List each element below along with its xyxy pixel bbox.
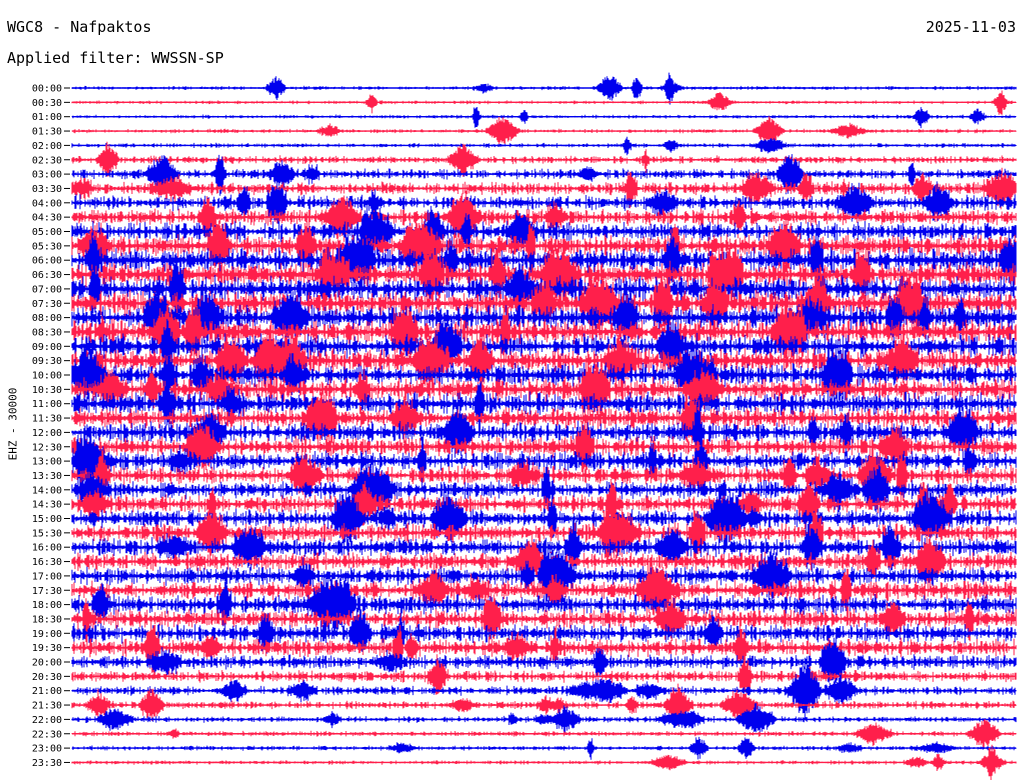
- row-time-label: 09:30: [32, 356, 62, 367]
- row-time-label: 17:30: [32, 586, 62, 597]
- row-time-label: 14:00: [32, 485, 62, 496]
- row-time-label: 04:30: [32, 213, 62, 224]
- row-time-label: 17:00: [32, 571, 62, 582]
- seismic-trace: [71, 744, 1017, 780]
- row-time-label: 22:00: [32, 715, 62, 726]
- row-time-label: 10:30: [32, 385, 62, 396]
- row-time-label: 00:00: [32, 84, 62, 95]
- row-time-label: 01:00: [32, 112, 62, 123]
- row-time-label: 15:00: [32, 514, 62, 525]
- row-time-label: 21:00: [32, 686, 62, 697]
- row-time-label: 20:30: [32, 672, 62, 683]
- row-time-label: 01:30: [32, 127, 62, 138]
- row-time-label: 04:00: [32, 198, 62, 209]
- row-time-label: 00:30: [32, 98, 62, 109]
- row-time-label: 14:30: [32, 500, 62, 511]
- row-time-label: 18:00: [32, 600, 62, 611]
- row-time-label: 08:00: [32, 313, 62, 324]
- row-time-label: 07:00: [32, 284, 62, 295]
- row-time-label: 13:30: [32, 471, 62, 482]
- row-time-label: 16:00: [32, 543, 62, 554]
- seismic-trace: [71, 107, 1017, 129]
- row-time-label: 02:30: [32, 155, 62, 166]
- row-time-label: 08:30: [32, 327, 62, 338]
- row-time-label: 05:00: [32, 227, 62, 238]
- row-time-label: 12:00: [32, 428, 62, 439]
- row-time-label: 23:00: [32, 744, 62, 755]
- row-time-label: 03:30: [32, 184, 62, 195]
- row-time-label: 02:00: [32, 141, 62, 152]
- trace-group: [71, 72, 1017, 780]
- helicorder-plot: 00:00 00:30 01:00 01:30 02:00 02:30 03:00 03:30…: [32, 72, 1017, 780]
- row-time-label: 19:00: [32, 629, 62, 640]
- row-time-label: 06:30: [32, 270, 62, 281]
- row-time-label: 19:30: [32, 643, 62, 654]
- row-time-label: 15:30: [32, 528, 62, 539]
- row-time-label: 13:00: [32, 457, 62, 468]
- row-time-label: 16:30: [32, 557, 62, 568]
- row-time-label: 21:30: [32, 701, 62, 712]
- row-time-label: 11:30: [32, 414, 62, 425]
- row-time-label: 23:30: [32, 758, 62, 769]
- row-time-label: 07:30: [32, 299, 62, 310]
- row-time-label: 05:30: [32, 241, 62, 252]
- row-time-label: 10:00: [32, 371, 62, 382]
- row-time-label: 20:00: [32, 658, 62, 669]
- row-time-label: 22:30: [32, 729, 62, 740]
- row-time-label: 03:00: [32, 170, 62, 181]
- row-time-label: 12:30: [32, 442, 62, 453]
- row-time-label: 06:00: [32, 256, 62, 267]
- seismic-trace: [71, 90, 1017, 115]
- row-time-label: 18:30: [32, 614, 62, 625]
- row-time-label: 09:00: [32, 342, 62, 353]
- row-time-label: 11:00: [32, 399, 62, 410]
